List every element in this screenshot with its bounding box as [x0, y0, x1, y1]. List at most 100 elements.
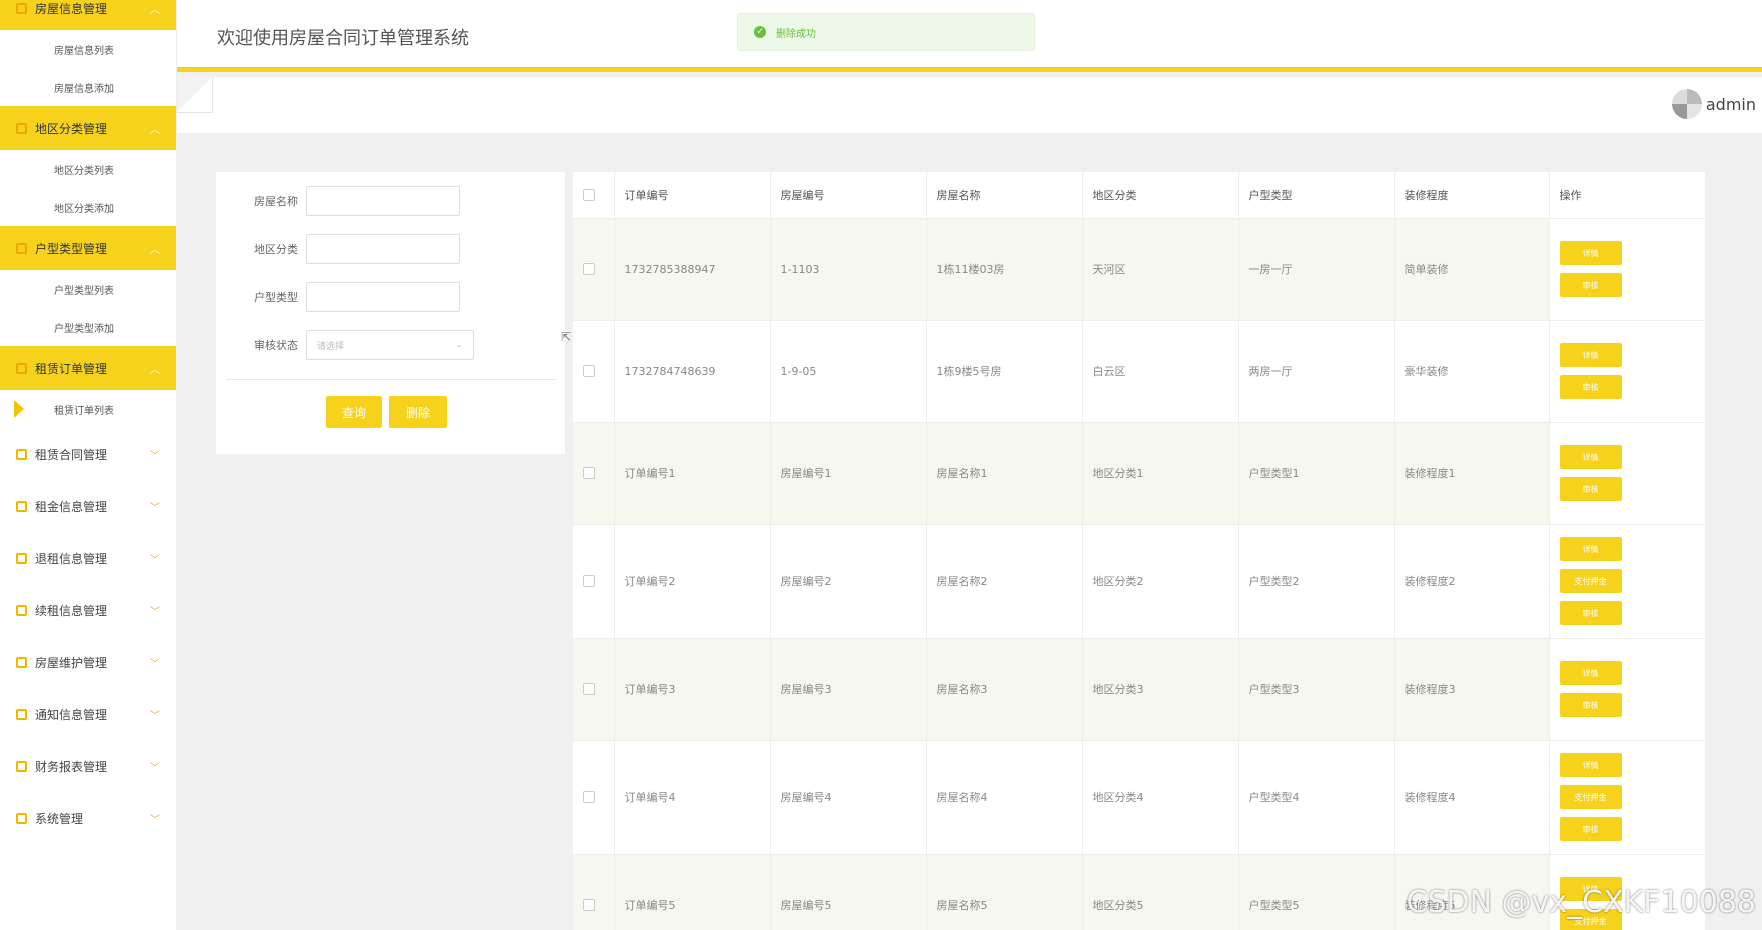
row-action-button[interactable]: 详情 — [1559, 241, 1622, 265]
menu-icon — [16, 552, 27, 564]
chevron-down-icon: ﹀ — [150, 814, 160, 826]
username[interactable]: admin — [1706, 95, 1756, 114]
sidebar-group[interactable]: 财务报表管理 ﹀ — [0, 740, 176, 792]
row-checkbox[interactable] — [583, 263, 595, 275]
query-button[interactable]: 查询 — [326, 396, 382, 428]
order-table: 订单编号 房屋编号 房屋名称 地区分类 户型类型 装修程度 操作 1732785… — [573, 172, 1705, 930]
select-all-cell[interactable] — [573, 172, 615, 219]
mouse-cursor-icon: ⇱ — [561, 330, 572, 344]
column-header: 操作 — [1549, 172, 1705, 219]
table-cell: 白云区 — [1082, 320, 1239, 423]
table-cell: 地区分类1 — [1082, 422, 1239, 525]
row-action-button[interactable]: 审核 — [1559, 693, 1622, 717]
sidebar-nav: 房屋信息管理 ︿ 房屋信息列表 房屋信息添加 地区分类管理 ︿ 地区分类列表 地… — [0, 0, 177, 930]
table-cell: 户型类型5 — [1238, 854, 1395, 930]
row-checkbox[interactable] — [583, 467, 595, 479]
row-checkbox[interactable] — [583, 791, 595, 803]
row-action-button[interactable]: 审核 — [1559, 601, 1622, 625]
chevron-up-icon: ︿ — [150, 124, 160, 136]
field-house-name: 房屋名称 — [216, 186, 460, 216]
sidebar-group[interactable]: 房屋维护管理 ﹀ — [0, 636, 176, 688]
row-action-button[interactable]: 支付押金 — [1559, 569, 1622, 593]
row-action-button[interactable]: 详情 — [1559, 537, 1622, 561]
row-select-cell[interactable] — [573, 854, 615, 930]
column-header: 房屋名称 — [926, 172, 1083, 219]
row-action-button[interactable]: 详情 — [1559, 661, 1622, 685]
chevron-down-icon: ﹀ — [150, 450, 160, 462]
row-checkbox[interactable] — [583, 683, 595, 695]
sidebar-group[interactable]: 租赁订单管理 ︿ — [0, 346, 176, 390]
row-action-button[interactable]: 审核 — [1559, 375, 1622, 399]
menu-icon — [16, 812, 27, 824]
row-action-button[interactable]: 审核 — [1559, 477, 1622, 501]
field-label: 户型类型 — [254, 291, 298, 304]
menu-icon — [16, 708, 27, 720]
row-select-cell[interactable] — [573, 218, 615, 321]
row-action-button[interactable]: 审核 — [1559, 273, 1622, 297]
delete-button[interactable]: 删除 — [389, 396, 447, 428]
region-input[interactable] — [306, 234, 460, 264]
house-type-input[interactable] — [306, 282, 460, 312]
table-cell: 户型类型4 — [1238, 740, 1395, 855]
sidebar-group-label: 通知信息管理 — [35, 707, 108, 722]
row-action-button[interactable]: 详情 — [1559, 753, 1622, 777]
sidebar-item[interactable]: 地区分类列表 — [0, 150, 176, 188]
sidebar-group-label: 户型类型管理 — [35, 241, 108, 256]
menu-icon — [16, 2, 27, 14]
sidebar-item-label: 户型类型列表 — [54, 285, 114, 297]
sidebar-group[interactable]: 户型类型管理 ︿ — [0, 226, 176, 270]
sidebar-group[interactable]: 系统管理 ﹀ — [0, 792, 176, 844]
actions-cell: 详情 审核 — [1549, 320, 1705, 423]
row-select-cell[interactable] — [573, 422, 615, 525]
sidebar-group[interactable]: 通知信息管理 ﹀ — [0, 688, 176, 740]
sidebar-group[interactable]: 房屋信息管理 ︿ — [0, 0, 176, 30]
menu-icon — [16, 604, 27, 616]
menu-icon — [16, 448, 27, 460]
sidebar-item[interactable]: 租赁订单列表 — [0, 390, 176, 428]
row-select-cell[interactable] — [573, 524, 615, 639]
collapse-sidebar-toggle[interactable] — [177, 77, 213, 113]
row-select-cell[interactable] — [573, 320, 615, 423]
watermark: CSDN @vx_CXKF10088 — [1406, 885, 1756, 920]
row-action-button[interactable]: 审核 — [1559, 817, 1622, 841]
row-select-cell[interactable] — [573, 740, 615, 855]
house-name-input[interactable] — [306, 186, 460, 216]
row-select-cell[interactable] — [573, 638, 615, 741]
table-cell: 1732785388947 — [614, 218, 771, 321]
table-cell: 天河区 — [1082, 218, 1239, 321]
chevron-down-icon: ﹀ — [150, 762, 160, 774]
sidebar-item-label: 地区分类添加 — [54, 203, 114, 215]
chevron-up-icon: ︿ — [150, 244, 160, 256]
row-checkbox[interactable] — [583, 899, 595, 911]
row-action-button[interactable]: 详情 — [1559, 445, 1622, 469]
avatar[interactable] — [1672, 89, 1702, 119]
sidebar-group[interactable]: 退租信息管理 ﹀ — [0, 532, 176, 584]
sidebar-item[interactable]: 地区分类添加 — [0, 188, 176, 226]
sidebar-group-label: 系统管理 — [35, 811, 84, 826]
table-cell: 户型类型3 — [1238, 638, 1395, 741]
sidebar-group[interactable]: 租金信息管理 ﹀ — [0, 480, 176, 532]
sidebar-item[interactable]: 房屋信息列表 — [0, 30, 176, 68]
sidebar-group[interactable]: 租赁合同管理 ﹀ — [0, 428, 176, 480]
row-action-button[interactable]: 详情 — [1559, 343, 1622, 367]
row-action-button[interactable]: 支付押金 — [1559, 785, 1622, 809]
sidebar-group[interactable]: 续租信息管理 ﹀ — [0, 584, 176, 636]
sidebar-group[interactable]: 地区分类管理 ︿ — [0, 106, 176, 150]
table-cell: 订单编号3 — [614, 638, 771, 741]
table-cell: 一房一厅 — [1238, 218, 1395, 321]
row-checkbox[interactable] — [583, 365, 595, 377]
sidebar-item[interactable]: 户型类型添加 — [0, 308, 176, 346]
sidebar-item[interactable]: 户型类型列表 — [0, 270, 176, 308]
menu-icon — [16, 656, 27, 668]
table-cell: 房屋名称5 — [926, 854, 1083, 930]
user-bar: admin — [177, 77, 1762, 133]
row-checkbox[interactable] — [583, 575, 595, 587]
table-header: 订单编号 房屋编号 房屋名称 地区分类 户型类型 装修程度 操作 — [573, 172, 1705, 219]
select-all-checkbox[interactable] — [583, 188, 595, 201]
audit-status-select[interactable]: 请选择 ⌄ — [306, 330, 474, 360]
sidebar-group-label: 地区分类管理 — [35, 121, 108, 136]
sidebar-group-label: 财务报表管理 — [35, 759, 108, 774]
actions-cell: 详情 支付押金 审核 — [1549, 740, 1705, 855]
table-cell: 订单编号1 — [614, 422, 771, 525]
sidebar-item[interactable]: 房屋信息添加 — [0, 68, 176, 106]
